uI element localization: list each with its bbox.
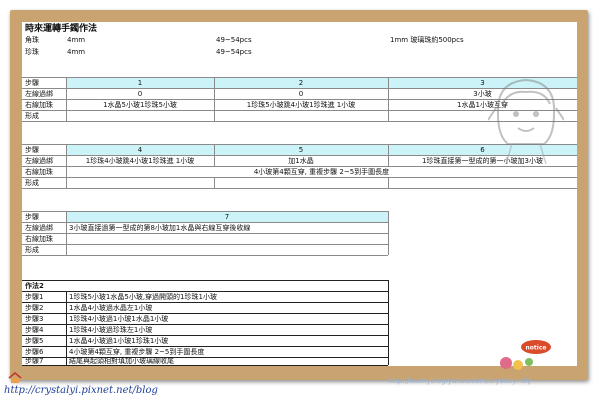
t1-step-1: 1 xyxy=(137,79,143,87)
t3-label-left: 左線過綁 xyxy=(25,224,53,232)
t2-label-step: 步驟 xyxy=(25,146,39,154)
m2-label-2: 步驟2 xyxy=(25,304,44,312)
m2-text-3: 1珍珠4小玻過1小玻1水晶1小玻 xyxy=(69,315,169,323)
m2-text-4: 1珍珠4小玻過珍珠左1小玻 xyxy=(69,326,153,334)
notice-label: notice xyxy=(526,345,547,352)
material-size-2: 4mm xyxy=(67,48,86,56)
m2-label-7: 步驟7 xyxy=(25,357,44,365)
worksheet: 時來運轉手鐲作法 角珠 4mm 49~54pcs 1mm 玻璃珠約500pcs … xyxy=(22,22,577,366)
m2-label-5: 步驟5 xyxy=(25,337,44,345)
sheet-title: 時來運轉手鐲作法 xyxy=(25,24,98,34)
t2-right-merged: 4小玻第4顆互穿, 重複步驟 2~5到手圍長度 xyxy=(253,168,390,176)
blog-url-right[interactable]: http://tw.myblog.yahoo.com/crystalyi-diy xyxy=(388,377,531,385)
method2-title: 作法2 xyxy=(25,282,44,290)
t2-left-4: 1珍珠4小玻跳4小玻1珍珠進 1小玻 xyxy=(85,157,195,165)
t1-right-1: 1水晶5小玻1珍珠5小玻 xyxy=(103,101,177,109)
notice-sticker-icon: notice xyxy=(500,340,551,370)
material-qty-1: 49~54pcs xyxy=(216,36,252,44)
t2-left-5: 加1水晶 xyxy=(288,157,314,165)
m2-label-3: 步驟3 xyxy=(25,315,44,323)
t3-label-step: 步驟 xyxy=(25,213,39,221)
t2-label-form: 形成 xyxy=(25,179,39,187)
blog-url-left[interactable]: http://crystalyi.pixnet.net/blog xyxy=(4,385,158,396)
t1-label-form: 形成 xyxy=(25,112,39,120)
t1-step-2: 2 xyxy=(298,79,304,87)
material-note-1: 1mm 玻璃珠約500pcs xyxy=(390,36,464,44)
t1-label-right: 右線加珠 xyxy=(25,101,53,109)
t2-step-4: 4 xyxy=(137,146,143,154)
m2-label-1: 步驟1 xyxy=(25,293,44,301)
material-size-1: 4mm xyxy=(67,36,86,44)
girl-face-watermark-icon xyxy=(488,78,564,165)
m2-label-4: 步驟4 xyxy=(25,326,44,334)
t2-step-5: 5 xyxy=(298,146,304,154)
material-label-1: 角珠 xyxy=(25,36,39,44)
m2-text-6: 4小玻第4顆互穿, 重複步驟 2~5到手圍長度 xyxy=(69,348,205,356)
t2-label-left: 左線過綁 xyxy=(25,157,53,165)
t1-left-2: 0 xyxy=(298,90,304,98)
material-label-2: 珍珠 xyxy=(25,48,39,56)
m2-text-2: 1水晶4小玻過水晶左1小玻 xyxy=(69,304,153,312)
t2-label-right: 右線加珠 xyxy=(25,168,53,176)
t3-label-form: 形成 xyxy=(25,246,39,254)
m2-text-7: 結尾與起頭相對填加小玻璃線收尾 xyxy=(69,357,174,365)
t1-label-step: 步驟 xyxy=(25,79,39,87)
m2-label-6: 步驟6 xyxy=(25,348,44,356)
t3-label-right: 右線加珠 xyxy=(25,235,53,243)
t1-right-2: 1珍珠5小玻跳4小玻1珍珠進 1小玻 xyxy=(246,101,356,109)
house-icon xyxy=(8,372,22,383)
t3-step-7: 7 xyxy=(224,213,230,221)
t3-left-7: 3小玻直接過第一型成的第8小玻加1水晶與右線互穿後收線 xyxy=(69,224,251,232)
m2-text-1: 1珍珠5小玻1水晶5小玻,穿過開頭的1珍珠1小玻 xyxy=(69,293,217,301)
t1-left-1: 0 xyxy=(137,90,143,98)
t1-label-left: 左線過綁 xyxy=(25,90,53,98)
material-qty-2: 49~54pcs xyxy=(216,48,252,56)
m2-text-5: 1水晶4小玻過1小玻1珍珠1小玻 xyxy=(69,337,169,345)
